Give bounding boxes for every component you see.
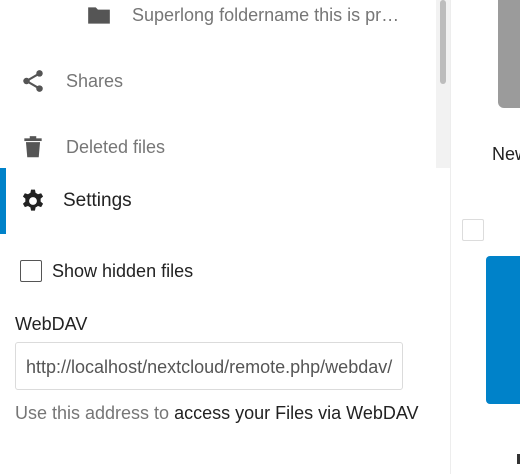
webdav-help-link[interactable]: access your Files via WebDAV: [174, 403, 418, 423]
settings-panel: Show hidden files WebDAV http://localhos…: [0, 234, 450, 474]
trash-icon: [20, 134, 46, 160]
folder-icon: [86, 2, 112, 28]
new-label[interactable]: New: [492, 144, 520, 165]
settings-label: Settings: [63, 190, 132, 211]
select-all-checkbox[interactable]: [462, 219, 484, 241]
preview-thumbnail[interactable]: [498, 0, 520, 108]
primary-card[interactable]: [486, 256, 520, 404]
nav-scrollbar-thumb[interactable]: [440, 0, 446, 84]
share-icon: [20, 68, 46, 94]
webdav-url-field[interactable]: http://localhost/nextcloud/remote.php/we…: [15, 342, 403, 390]
show-hidden-files-checkbox[interactable]: [20, 260, 42, 282]
webdav-hint: Use this address to access your Files vi…: [15, 398, 435, 429]
gear-icon: [20, 188, 46, 214]
nav-item-deleted-files[interactable]: Deleted files: [0, 125, 436, 168]
nav-item-folder[interactable]: Superlong foldername this is pr…: [0, 0, 436, 37]
nav-item-deleted-label: Deleted files: [66, 137, 166, 157]
nav-item-folder-label: Superlong foldername this is pr…: [132, 5, 400, 25]
webdav-hint-prefix: Use this address to: [15, 403, 170, 423]
show-hidden-files-label: Show hidden files: [52, 261, 194, 281]
nav-item-shares-label: Shares: [66, 71, 124, 91]
navigation-list: Superlong foldername this is pr… Shares: [0, 0, 450, 168]
app-navigation: Superlong foldername this is pr… Shares: [0, 0, 450, 474]
webdav-title: WebDAV: [15, 314, 88, 334]
nav-item-shares[interactable]: Shares: [0, 59, 436, 103]
files-content-pane: New: [450, 0, 520, 474]
active-indicator: [0, 168, 6, 234]
settings-toggle[interactable]: Settings: [0, 168, 450, 234]
